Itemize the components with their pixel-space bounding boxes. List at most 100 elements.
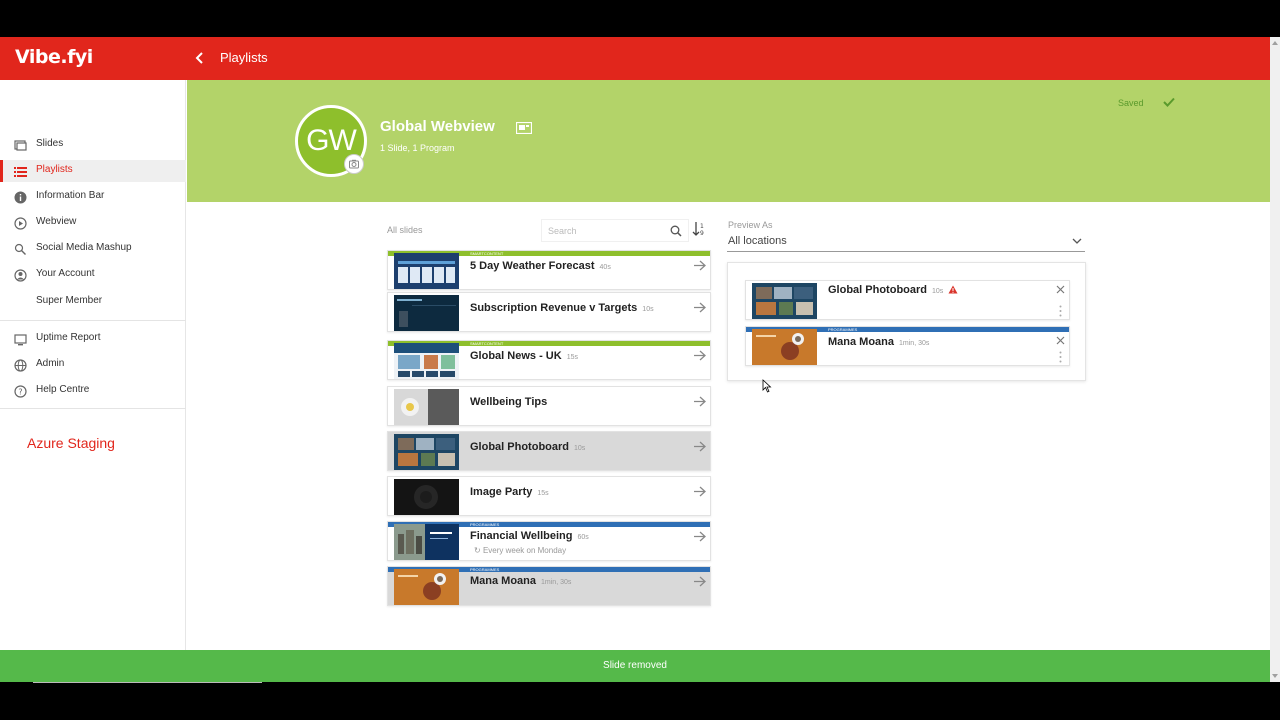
sidebar-divider (0, 408, 186, 409)
sidebar-item-label: Slides (36, 138, 64, 149)
add-arrow-icon[interactable] (693, 396, 706, 407)
slide-title: Wellbeing Tips (470, 396, 548, 408)
help-icon: ? (14, 385, 27, 398)
check-icon (1163, 97, 1175, 107)
add-arrow-icon[interactable] (693, 260, 706, 271)
slide-card[interactable]: PROGRAMMES Mana Moana 1min, 30s (387, 566, 711, 606)
playlist-summary: 1 Slide, 1 Program (380, 143, 455, 153)
breadcrumb: Playlists (220, 50, 268, 65)
sidebar-item-label: Super Member (36, 295, 103, 306)
preview-as-label: Preview As (728, 220, 773, 230)
list-icon (14, 167, 27, 177)
playlist-item-title: Global Photoboard 10s (828, 284, 958, 296)
sidebar-item-label: Playlists (36, 164, 73, 175)
sidebar-divider (0, 320, 186, 321)
add-arrow-icon[interactable] (693, 486, 706, 497)
slide-card[interactable]: Wellbeing Tips (387, 386, 711, 426)
sidebar-item-label: Uptime Report (36, 332, 101, 343)
sidebar-item-help-centre[interactable]: ? Help Centre (0, 380, 186, 402)
top-bar: Vibe.fyi Playlists (0, 37, 1270, 80)
sidebar-item-label: Webview (36, 216, 77, 227)
slide-title: Image Party 15s (470, 486, 549, 498)
sidebar-item-super-member[interactable]: Super Member (0, 291, 186, 313)
svg-text:1: 1 (700, 223, 704, 230)
slide-title: Financial Wellbeing 60s (470, 530, 589, 542)
user-icon (14, 269, 27, 282)
display-icon[interactable] (516, 122, 532, 134)
slide-title: Global News - UK 15s (470, 350, 578, 362)
sidebar-item-information-bar[interactable]: Information Bar (0, 186, 186, 208)
sidebar-item-admin[interactable]: Admin (0, 354, 186, 376)
back-chevron-icon[interactable] (193, 51, 207, 65)
play-circle-icon (14, 217, 27, 230)
app-window: Vibe.fyi Playlists Slides Playlists Info… (0, 37, 1270, 682)
slide-thumbnail (394, 253, 459, 289)
slide-thumbnail (394, 569, 459, 605)
add-arrow-icon[interactable] (693, 350, 706, 361)
slide-card[interactable]: PROGRAMMES Financial Wellbeing 60s ↻ Ever… (387, 521, 711, 561)
close-icon[interactable] (1056, 336, 1065, 345)
camera-icon[interactable] (344, 154, 364, 174)
add-arrow-icon[interactable] (693, 441, 706, 452)
slide-thumbnail (752, 329, 817, 365)
add-arrow-icon[interactable] (693, 576, 706, 587)
sidebar-item-social-media-mashup[interactable]: Social Media Mashup (0, 238, 186, 260)
slides-icon (14, 140, 27, 151)
vertical-scrollbar[interactable] (1270, 37, 1280, 682)
slide-thumbnail (394, 479, 459, 515)
toast-notification: Slide removed (0, 650, 1270, 682)
sidebar-item-slides[interactable]: Slides (0, 134, 186, 156)
report-icon (14, 334, 27, 346)
slide-thumbnail (394, 434, 459, 470)
drag-handle-icon[interactable] (1059, 305, 1062, 317)
environment-label: Azure Staging (27, 435, 115, 451)
search-placeholder: Search (548, 226, 577, 236)
slide-title: Global Photoboard 10s (470, 441, 586, 453)
sidebar-item-webview[interactable]: Webview (0, 212, 186, 234)
sort-icon[interactable]: 19 (692, 221, 706, 237)
slide-card[interactable]: Subscription Revenue v Targets 10s (387, 292, 711, 332)
save-status: Saved (1118, 98, 1144, 108)
slide-title: Subscription Revenue v Targets 10s (470, 302, 654, 314)
warning-icon (948, 285, 958, 294)
add-arrow-icon[interactable] (693, 302, 706, 313)
slide-thumbnail (394, 389, 459, 425)
playlist-title[interactable]: Global Webview (380, 118, 495, 135)
schedule-text: ↻ Every week on Monday (474, 546, 567, 555)
slide-thumbnail (394, 295, 459, 331)
sidebar-item-label: Information Bar (36, 190, 105, 201)
playlist-header: GW Global Webview 1 Slide, 1 Program Sav… (187, 80, 1270, 202)
playlist-item-title: Mana Moana 1min, 30s (828, 336, 930, 348)
info-icon (14, 191, 27, 204)
sidebar-item-uptime-report[interactable]: Uptime Report (0, 328, 186, 350)
slide-thumbnail (752, 283, 817, 319)
location-select[interactable]: All locations (727, 233, 1085, 252)
slide-thumbnail (394, 524, 459, 560)
playlist-preview-panel: Global Photoboard 10s PROGRAMMES Mana Moa… (727, 262, 1086, 381)
toast-message: Slide removed (603, 660, 667, 671)
add-arrow-icon[interactable] (693, 531, 706, 542)
svg-text:9: 9 (700, 230, 704, 237)
scroll-down-icon[interactable] (1272, 674, 1278, 678)
svg-text:?: ? (18, 388, 22, 397)
slide-thumbnail (394, 343, 459, 379)
mouse-cursor-icon (762, 379, 772, 393)
close-icon[interactable] (1056, 285, 1065, 294)
drag-handle-icon[interactable] (1059, 351, 1062, 363)
sidebar-item-label: Social Media Mashup (36, 242, 132, 253)
search-input[interactable]: Search (541, 219, 689, 242)
slide-card[interactable]: Image Party 15s (387, 476, 711, 516)
app-logo[interactable]: Vibe.fyi (15, 46, 93, 68)
slide-card[interactable]: SMARTCONTENT 5 Day Weather Forecast 40s (387, 250, 711, 290)
slide-card[interactable]: SMARTCONTENT Global News - UK 15s (387, 340, 711, 380)
sidebar-item-your-account[interactable]: Your Account (0, 264, 186, 286)
chevron-down-icon[interactable] (1072, 237, 1082, 245)
scroll-up-icon[interactable] (1272, 41, 1278, 45)
sidebar-item-playlists[interactable]: Playlists (0, 160, 186, 182)
social-icon (14, 243, 26, 255)
search-icon[interactable] (670, 225, 682, 237)
playlist-item[interactable]: PROGRAMMES Mana Moana 1min, 30s (745, 326, 1070, 366)
playlist-item[interactable]: Global Photoboard 10s (745, 280, 1070, 320)
slide-title: 5 Day Weather Forecast 40s (470, 260, 611, 272)
slide-card[interactable]: Global Photoboard 10s (387, 431, 711, 471)
